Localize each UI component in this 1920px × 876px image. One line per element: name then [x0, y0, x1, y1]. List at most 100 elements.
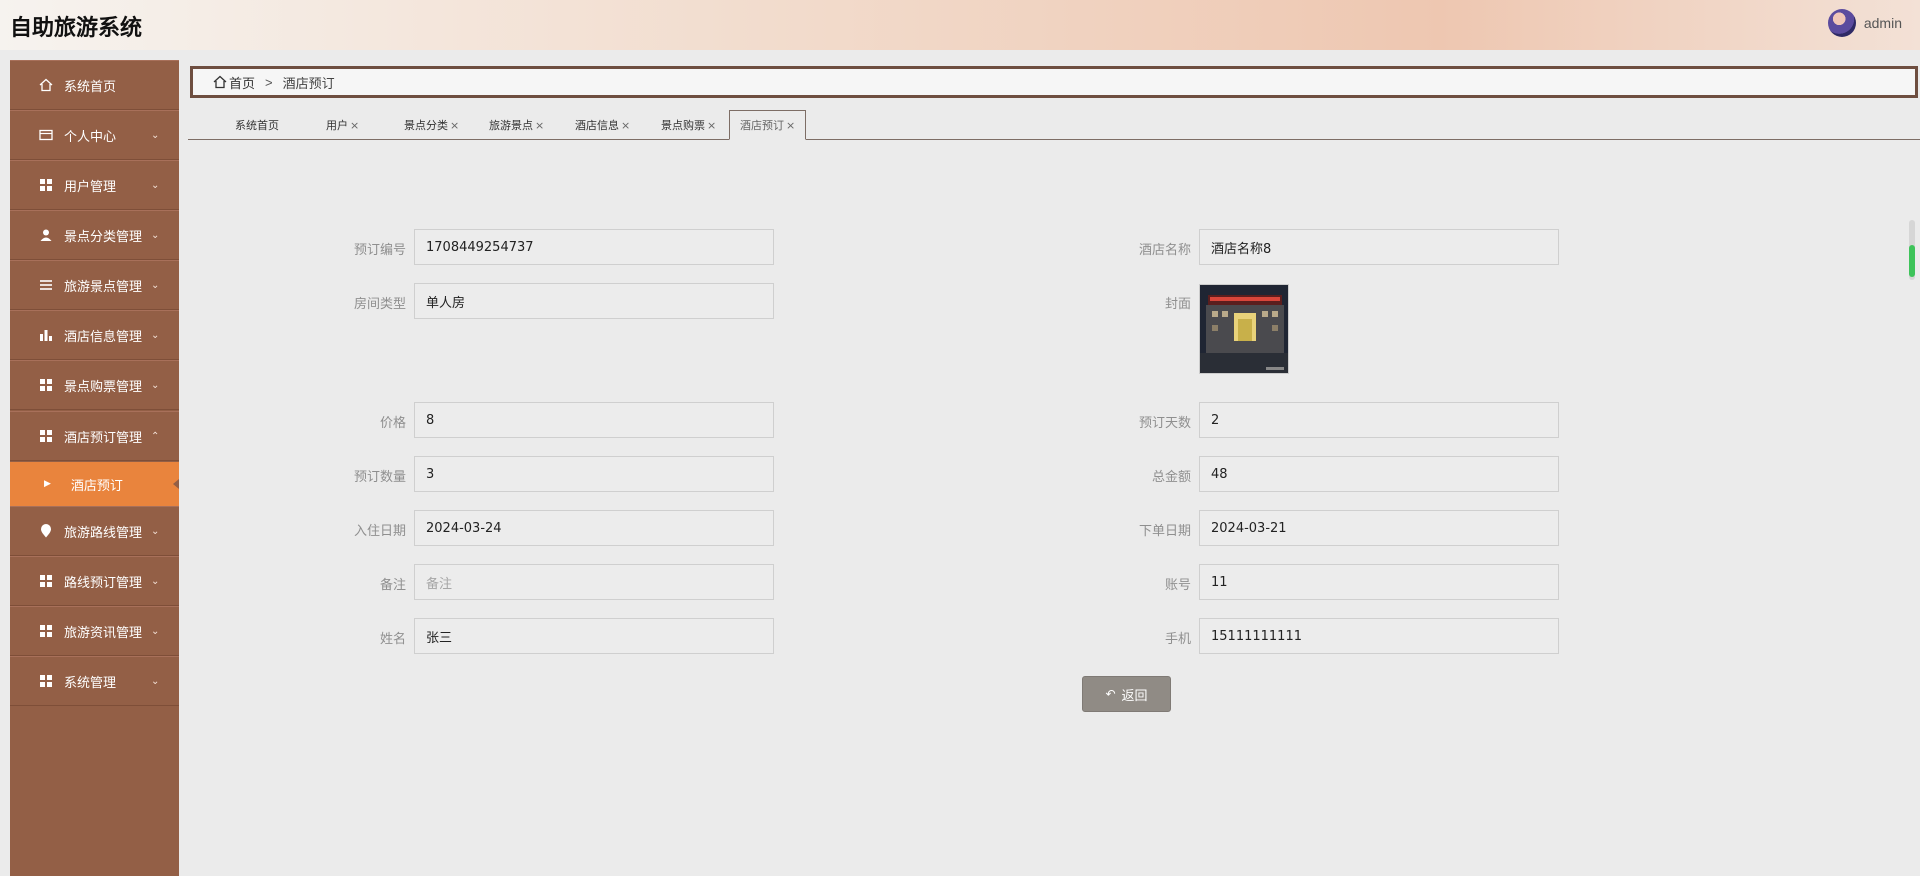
order-no-label: 预订编号 — [353, 243, 406, 258]
tab-hotel-booking[interactable]: 酒店预订 × — [729, 110, 807, 140]
order-no-field[interactable]: 1708449254737 — [414, 229, 774, 265]
chevron-up-icon: ⌃ — [151, 430, 160, 442]
app-title: 自助旅游系统 — [10, 16, 143, 41]
order-date-field[interactable]: 2024-03-21 — [1199, 510, 1559, 546]
active-indicator — [173, 479, 179, 489]
close-icon[interactable]: × — [707, 119, 716, 132]
chevron-down-icon: ⌄ — [151, 329, 160, 341]
location-pin-icon — [38, 523, 54, 539]
sidebar-item-label: 用户管理 — [64, 179, 117, 195]
top-header: 自助旅游系统 admin — [0, 0, 1920, 50]
checkin-date-label: 入住日期 — [353, 524, 406, 539]
sidebar-item-ticket[interactable]: 景点购票管理 ⌄ — [10, 360, 179, 410]
tab-hotel-info[interactable]: 酒店信息 × — [575, 110, 630, 140]
name-label: 姓名 — [379, 632, 406, 647]
grid-icon — [38, 623, 54, 639]
account-label: 账号 — [1164, 578, 1191, 593]
sidebar-item-routes[interactable]: 旅游路线管理 ⌄ — [10, 506, 179, 556]
price-label: 价格 — [379, 416, 406, 431]
tab-users[interactable]: 用户 × — [326, 110, 359, 140]
breadcrumb: 首页 > 酒店预订 — [190, 66, 1918, 98]
grid-icon — [38, 673, 54, 689]
sidebar-item-system[interactable]: 系统管理 ⌄ — [10, 656, 179, 706]
sidebar-item-label: 旅游景点管理 — [64, 279, 143, 295]
id-card-icon — [38, 127, 54, 143]
close-icon[interactable]: × — [786, 119, 795, 132]
user-menu[interactable]: admin — [1827, 9, 1902, 37]
chevron-down-icon: ⌄ — [151, 625, 160, 637]
sidebar-item-home[interactable]: 系统首页 — [10, 60, 179, 110]
sidebar-item-users[interactable]: 用户管理 ⌄ — [10, 160, 179, 210]
close-icon[interactable]: × — [350, 119, 359, 132]
quantity-label: 预订数量 — [353, 470, 406, 485]
back-button-label: 返回 — [1121, 688, 1148, 704]
chevron-down-icon: ⌄ — [151, 525, 160, 537]
sidebar-item-scenic-category[interactable]: 景点分类管理 ⌄ — [10, 210, 179, 260]
sidebar-item-hotel-info[interactable]: 酒店信息管理 ⌄ — [10, 310, 179, 360]
avatar[interactable] — [1827, 9, 1856, 37]
grid-icon — [38, 377, 54, 393]
sidebar-item-route-booking[interactable]: 路线预订管理 ⌄ — [10, 556, 179, 606]
close-icon[interactable]: × — [535, 119, 544, 132]
account-field[interactable]: 11 — [1199, 564, 1559, 600]
total-field[interactable]: 48 — [1199, 456, 1559, 492]
name-field[interactable]: 张三 — [414, 618, 774, 654]
sidebar-item-label: 景点分类管理 — [64, 229, 143, 245]
sidebar-item-label: 酒店信息管理 — [64, 329, 143, 345]
phone-field[interactable]: 15111111111 — [1199, 618, 1559, 654]
breadcrumb-separator: > — [265, 74, 273, 90]
hotel-name-field[interactable]: 酒店名称8 — [1199, 229, 1559, 265]
tab-label: 系统首页 — [235, 119, 279, 132]
tab-label: 景点购票 — [661, 119, 705, 132]
sidebar-item-scenic-spots[interactable]: 旅游景点管理 ⌄ — [10, 260, 179, 310]
checkin-date-field[interactable]: 2024-03-24 — [414, 510, 774, 546]
cover-label: 封面 — [1164, 297, 1191, 312]
tab-label: 用户 — [326, 119, 348, 132]
sidebar-subitem-hotel-booking[interactable]: ▶ 酒店预订 — [10, 462, 179, 506]
username[interactable]: admin — [1864, 15, 1902, 31]
tab-label: 旅游景点 — [489, 119, 533, 132]
sidebar-item-personal[interactable]: 个人中心 ⌄ — [10, 110, 179, 160]
sidebar-item-label: 景点购票管理 — [64, 379, 143, 395]
total-label: 总金额 — [1151, 470, 1191, 485]
sliders-icon — [38, 277, 54, 293]
close-icon[interactable]: × — [450, 119, 459, 132]
tab-scenic-category[interactable]: 景点分类 × — [404, 110, 459, 140]
sidebar-item-label: 旅游路线管理 — [64, 525, 143, 541]
tab-bar: 系统首页 用户 × 景点分类 × 旅游景点 × 酒店信息 × 景点购票 × 酒店… — [188, 108, 1920, 140]
breadcrumb-current: 酒店预订 — [282, 76, 335, 92]
grid-icon — [38, 428, 54, 444]
tab-ticket[interactable]: 景点购票 × — [661, 110, 716, 140]
remark-field[interactable]: 备注 — [414, 564, 774, 600]
scrollbar-thumb[interactable] — [1909, 245, 1915, 277]
grid-icon — [38, 177, 54, 193]
price-field[interactable]: 8 — [414, 402, 774, 438]
sidebar-item-hotel-booking[interactable]: 酒店预订管理 ⌃ — [10, 411, 179, 461]
chevron-down-icon: ⌄ — [151, 229, 160, 241]
grid-icon — [38, 573, 54, 589]
home-icon — [213, 75, 227, 89]
days-label: 预订天数 — [1138, 416, 1191, 431]
room-type-label: 房间类型 — [353, 297, 406, 312]
back-button[interactable]: ↶ 返回 — [1082, 676, 1171, 712]
breadcrumb-home-label: 首页 — [229, 76, 256, 92]
sidebar-item-label: 系统管理 — [64, 675, 117, 691]
tab-label: 酒店预订 — [740, 119, 784, 132]
quantity-field[interactable]: 3 — [414, 456, 774, 492]
sidebar: 系统首页 个人中心 ⌄ 用户管理 ⌄ 景点分类管理 ⌄ 旅游景点管理 ⌄ 酒店信… — [10, 60, 179, 876]
chevron-down-icon: ⌄ — [151, 575, 160, 587]
sidebar-item-label: 系统首页 — [64, 79, 117, 95]
tab-home[interactable]: 系统首页 — [235, 110, 279, 140]
chevron-down-icon: ⌄ — [151, 379, 160, 391]
sidebar-item-news[interactable]: 旅游资讯管理 ⌄ — [10, 606, 179, 656]
cover-image[interactable] — [1199, 284, 1289, 374]
room-type-field[interactable]: 单人房 — [414, 283, 774, 319]
breadcrumb-home-link[interactable]: 首页 — [213, 73, 255, 92]
hotel-name-label: 酒店名称 — [1138, 243, 1191, 258]
tab-scenic-spots[interactable]: 旅游景点 × — [489, 110, 544, 140]
close-icon[interactable]: × — [621, 119, 630, 132]
order-date-label: 下单日期 — [1138, 524, 1191, 539]
sidebar-item-label: 旅游资讯管理 — [64, 625, 143, 641]
days-field[interactable]: 2 — [1199, 402, 1559, 438]
sidebar-subitem-label: 酒店预订 — [70, 478, 123, 494]
